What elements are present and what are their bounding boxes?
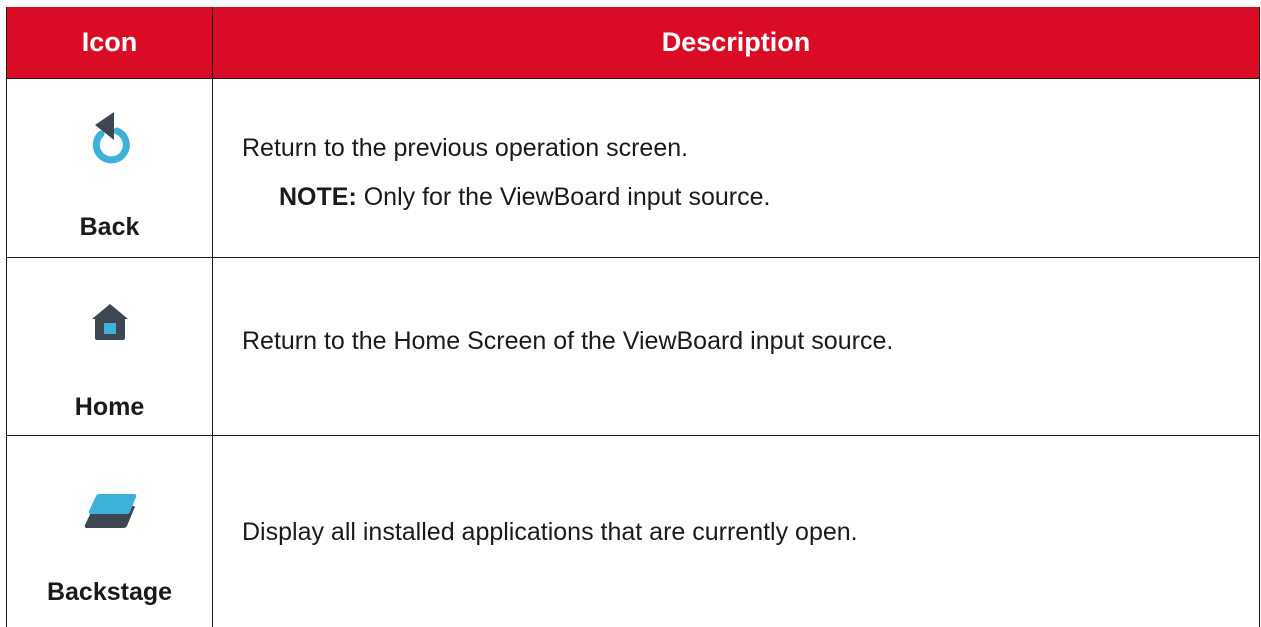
backstage-description: Display all installed applications that …	[242, 518, 858, 546]
description-cell: Return to the previous operation screen.…	[213, 79, 1259, 257]
table-header: Icon Description	[7, 7, 1259, 79]
home-label: Home	[74, 393, 145, 421]
icon-cell: Back	[7, 79, 213, 257]
note-label: NOTE:	[279, 183, 357, 211]
home-icon	[91, 304, 128, 340]
icon-description-table: Icon Description Back Return to the prev…	[6, 7, 1260, 627]
backstage-icon	[84, 494, 136, 528]
back-description: Return to the previous operation screen.	[242, 134, 689, 162]
description-cell: Display all installed applications that …	[213, 436, 1259, 627]
icon-cell: Backstage	[7, 436, 213, 627]
header-description-column: Description	[661, 27, 811, 57]
back-icon	[92, 112, 130, 164]
table-row: Home Return to the Home Screen of the Vi…	[7, 258, 1259, 436]
back-label: Back	[79, 213, 140, 241]
note-text: Only for the ViewBoard input source.	[356, 183, 771, 211]
table-row: Backstage Display all installed applicat…	[7, 436, 1259, 627]
home-description: Return to the Home Screen of the ViewBoa…	[242, 327, 894, 355]
header-icon-column: Icon	[7, 7, 213, 78]
table-row: Back Return to the previous operation sc…	[7, 79, 1259, 258]
icon-cell: Home	[7, 258, 213, 435]
description-cell: Return to the Home Screen of the ViewBoa…	[213, 258, 1259, 435]
backstage-label: Backstage	[46, 578, 173, 606]
back-note: NOTE: Only for the ViewBoard input sourc…	[279, 183, 770, 212]
